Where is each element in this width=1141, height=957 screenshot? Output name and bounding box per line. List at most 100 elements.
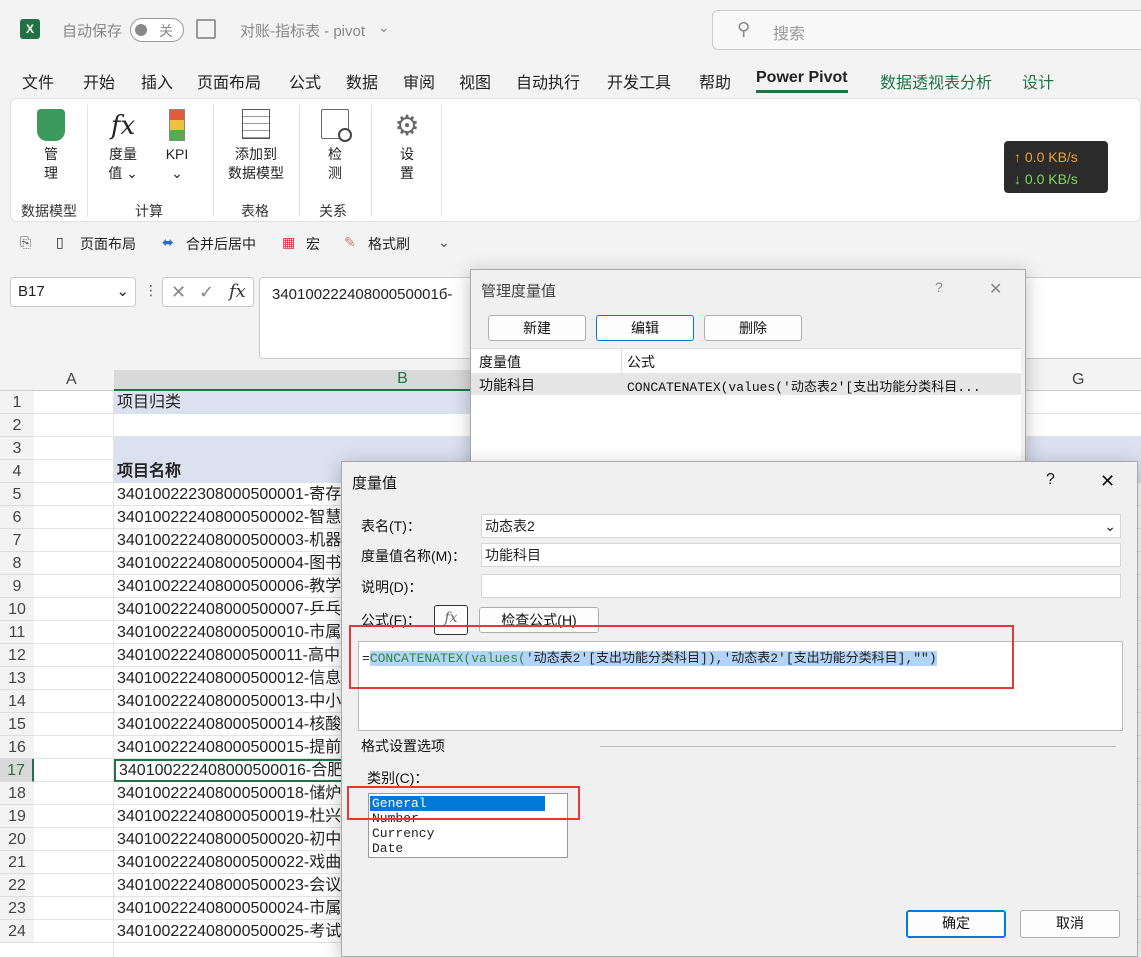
row-header[interactable]: 3 [0,437,34,460]
row-header[interactable]: 21 [0,851,34,874]
table-name-select[interactable]: 动态表2 ⌄ [481,514,1121,538]
row-header[interactable]: 16 [0,736,34,759]
dialog-title: 管理度量值 [481,283,557,300]
tab-view[interactable]: 视图 [459,69,491,93]
manage-measures-dialog: 管理度量值 ? ✕ 新建 编辑 删除 度量值 公式 功能科目 CONCATENA… [470,269,1026,480]
row-header[interactable]: 14 [0,690,34,713]
row-header[interactable]: 7 [0,529,34,552]
row-header[interactable]: 11 [0,621,34,644]
tab-file[interactable]: 文件 [22,69,54,93]
add-to-data-model-button[interactable]: 添加到 数据模型 [221,109,291,183]
gear-icon: ⚙ [394,110,420,141]
edit-measure-button[interactable]: 编辑 [596,315,694,341]
fx-icon: fx [110,111,136,141]
document-title[interactable]: 对账-指标表 - pivot [240,20,365,41]
tab-formulas[interactable]: 公式 [289,69,321,93]
row-header[interactable]: 19 [0,805,34,828]
row-header[interactable]: 20 [0,828,34,851]
page-layout-icon: ▯ [56,234,64,250]
row-header[interactable]: 5 [0,483,34,506]
column-header-g[interactable]: G [1072,371,1084,389]
format-painter-button[interactable]: 格式刷 [368,234,410,254]
kpi-button[interactable]: KPI ⌄ [157,109,197,183]
row-header[interactable]: 22 [0,874,34,897]
tab-design[interactable]: 设计 [1022,69,1054,93]
measure-name-input[interactable]: 功能科目 [481,543,1121,567]
macro-button[interactable]: 宏 [306,234,320,254]
save-icon[interactable] [196,19,216,39]
row-header[interactable]: 12 [0,644,34,667]
detect-button[interactable]: 检测 [315,109,355,183]
row-header[interactable]: 24 [0,920,34,943]
manage-button[interactable]: 管理 [25,109,77,183]
page-layout-button[interactable]: 页面布局 [80,234,136,254]
cancel-icon[interactable]: ✕ [171,278,186,306]
tab-developer[interactable]: 开发工具 [607,69,671,93]
tab-page-layout[interactable]: 页面布局 [197,69,261,93]
close-icon[interactable]: ✕ [1100,471,1115,492]
toggle-knob [135,24,147,36]
table-cell[interactable] [114,414,471,437]
delete-measure-button[interactable]: 删除 [704,315,802,341]
tab-data[interactable]: 数据 [346,69,378,93]
name-box[interactable]: B17 ⌄ [10,277,136,307]
table-cell[interactable] [114,437,471,460]
table-cell[interactable]: 项目归类 [114,391,471,414]
category-item-date[interactable]: Date [372,842,403,856]
data-model-icon [37,109,65,141]
category-item-currency[interactable]: Currency [372,827,434,841]
tab-insert[interactable]: 插入 [141,69,173,93]
tab-pivot-analyze[interactable]: 数据透视表分析 [880,69,992,93]
ok-button[interactable]: 确定 [906,910,1006,938]
tab-help[interactable]: 帮助 [699,69,731,93]
list-item[interactable]: 功能科目 CONCATENATEX(values('动态表2'[支出功能分类科目… [471,373,1021,395]
annotation-box-formula [349,625,1014,689]
tab-review[interactable]: 审阅 [403,69,435,93]
fx-icon[interactable]: fx [229,278,246,306]
cancel-button[interactable]: 取消 [1020,910,1120,938]
group-label-calculation: 计算 [135,203,163,219]
tab-automate[interactable]: 自动执行 [516,69,580,93]
row-header[interactable]: 18 [0,782,34,805]
description-input[interactable] [481,574,1121,598]
row-header[interactable]: 8 [0,552,34,575]
help-icon[interactable]: ? [935,279,943,295]
row-header[interactable]: 2 [0,414,34,437]
description-label: 说明(D)： [361,579,423,595]
customize-icon[interactable]: ⎘ [20,234,31,251]
row-header[interactable]: 10 [0,598,34,621]
title-bar: X 自动保存 关 对账-指标表 - pivot ⌄ ⚲ 搜索 [0,0,1141,60]
row-header[interactable]: 6 [0,506,34,529]
measure-button[interactable]: fx 度量值 ⌄ [97,109,149,183]
format-section-line [600,746,1116,747]
measure-formula: CONCATENATEX(values('动态表2'[支出功能分类科目... [627,380,981,395]
tab-home[interactable]: 开始 [83,69,115,93]
excel-logo-icon: X [20,19,40,39]
row-header[interactable]: 1 [0,391,34,414]
row-header[interactable]: 13 [0,667,34,690]
network-speed-widget: ↑ 0.0 KB/s ↓ 0.0 KB/s [1004,141,1108,193]
confirm-icon[interactable]: ✓ [199,278,214,306]
settings-button[interactable]: ⚙ 设置 [387,109,427,183]
row-header[interactable]: 9 [0,575,34,598]
column-header-b[interactable]: B [114,370,471,391]
ribbon-tabs: 文件 开始 插入 页面布局 公式 数据 审阅 视图 自动执行 开发工具 帮助 P… [0,60,1141,98]
help-icon[interactable]: ? [1046,471,1055,489]
row-header[interactable]: 15 [0,713,34,736]
merge-center-button[interactable]: 合并后居中 [186,234,256,254]
row-header[interactable]: 4 [0,460,34,483]
autosave-toggle[interactable]: 关 [130,18,184,42]
row-header[interactable]: 17 [0,759,34,782]
column-header-measure: 度量值 [479,354,521,370]
ribbon-panel: 管理 fx 度量值 ⌄ KPI ⌄ 添加到 数据模型 检测 ⚙ 设置 数据模型 计算… [10,98,1141,222]
new-measure-button[interactable]: 新建 [488,315,586,341]
row-header[interactable]: 23 [0,897,34,920]
column-header-a[interactable]: A [66,371,77,389]
qat-dropdown-icon[interactable]: ⌄ [438,234,450,251]
download-speed: ↓ 0.0 KB/s [1014,171,1078,187]
search-box[interactable]: ⚲ 搜索 [712,10,1141,50]
tab-power-pivot[interactable]: Power Pivot [756,69,848,93]
table-icon [242,109,270,139]
close-icon[interactable]: ✕ [989,279,1002,299]
macro-icon: ▦ [282,234,296,250]
